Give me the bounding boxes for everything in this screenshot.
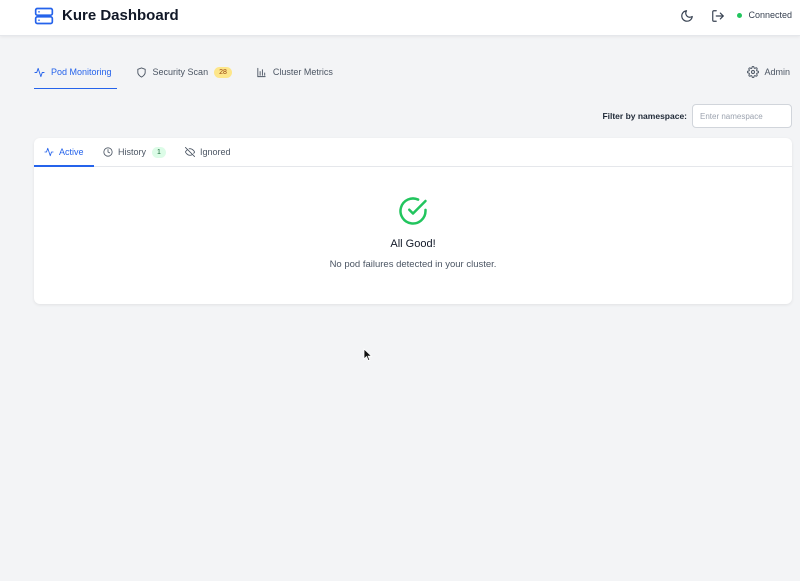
empty-state: All Good! No pod failures detected in yo…: [34, 196, 792, 270]
tab-security-scan[interactable]: Security Scan 28: [136, 63, 232, 81]
moon-icon: [681, 10, 693, 22]
status-label: Connected: [748, 10, 792, 20]
admin-label: Admin: [764, 67, 790, 77]
clock-icon: [103, 147, 113, 157]
subtab-bar: Active History 1 Ignored: [34, 138, 792, 167]
security-count-badge: 28: [214, 66, 232, 78]
subtab-active[interactable]: Active: [44, 146, 84, 158]
eye-off-icon: [185, 147, 195, 157]
namespace-input[interactable]: [692, 104, 792, 128]
connection-status: Connected: [737, 10, 792, 20]
activity-icon: [34, 67, 45, 77]
filter-label: Filter by namespace:: [602, 111, 687, 121]
server-icon: [34, 7, 54, 25]
tab-cluster-metrics[interactable]: Cluster Metrics: [256, 63, 333, 81]
logout-button[interactable]: [711, 9, 727, 25]
tab-pod-monitoring[interactable]: Pod Monitoring: [34, 63, 112, 81]
theme-toggle-button[interactable]: [680, 9, 696, 25]
app-title: Kure Dashboard: [62, 7, 179, 24]
empty-state-title: All Good!: [390, 238, 436, 250]
main-nav: Pod Monitoring Security Scan 28 Cluster …: [34, 63, 357, 81]
bar-chart-icon: [257, 67, 266, 77]
check-circle-icon: [399, 197, 427, 225]
logout-icon: [712, 10, 724, 22]
tab-label: Cluster Metrics: [272, 67, 333, 77]
subtab-label: Ignored: [200, 147, 231, 157]
subtab-ignored[interactable]: Ignored: [185, 146, 231, 158]
subtab-history[interactable]: History 1: [103, 146, 166, 158]
history-count-badge: 1: [152, 146, 166, 158]
empty-state-description: No pod failures detected in your cluster…: [329, 259, 497, 270]
pod-failures-card: Active History 1 Ignored All Good! No po: [34, 138, 792, 304]
tab-label: Security Scan: [152, 67, 209, 77]
top-header: Kure Dashboard Connected: [0, 0, 800, 36]
status-dot: [737, 12, 743, 18]
shield-icon: [136, 66, 146, 78]
tab-label: Pod Monitoring: [51, 67, 112, 77]
subtab-label: Active: [59, 147, 84, 157]
admin-menu[interactable]: Admin: [747, 66, 790, 78]
subtab-label: History: [118, 147, 147, 157]
namespace-filter: Filter by namespace:: [602, 104, 792, 128]
activity-icon: [44, 147, 54, 157]
active-tab-indicator: [34, 88, 117, 89]
active-subtab-indicator: [34, 165, 94, 167]
mouse-cursor-icon: [363, 348, 373, 362]
brand[interactable]: Kure Dashboard: [34, 6, 179, 26]
gear-icon: [747, 66, 760, 78]
